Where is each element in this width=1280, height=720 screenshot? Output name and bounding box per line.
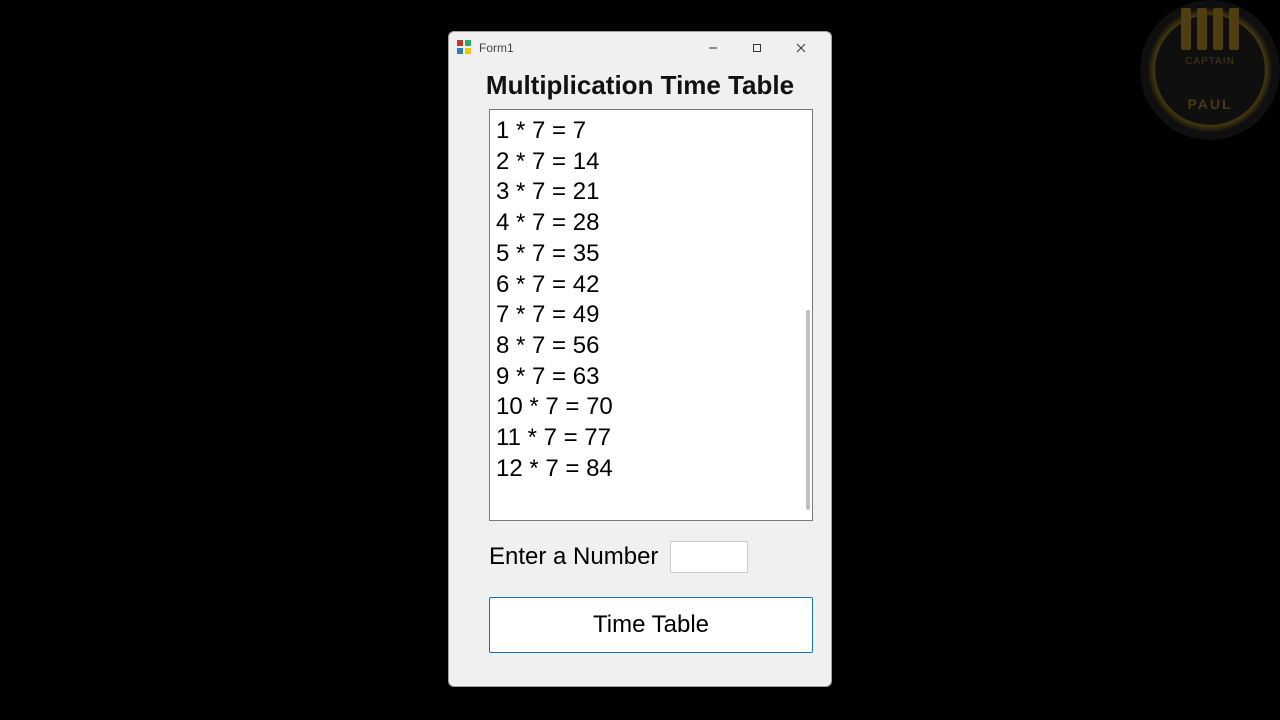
watermark-logo: CAPTAIN PAUL: [1140, 0, 1280, 140]
minimize-icon: [708, 43, 718, 53]
minimize-button[interactable]: [691, 34, 735, 62]
list-item[interactable]: 2 * 7 = 14: [496, 147, 806, 178]
list-item[interactable]: 8 * 7 = 56: [496, 331, 806, 362]
close-button[interactable]: [779, 34, 823, 62]
list-item[interactable]: 9 * 7 = 63: [496, 362, 806, 393]
list-item[interactable]: 3 * 7 = 21: [496, 177, 806, 208]
list-item[interactable]: 6 * 7 = 42: [496, 270, 806, 301]
watermark-text-bottom: PAUL: [1140, 96, 1280, 112]
list-item[interactable]: 7 * 7 = 49: [496, 300, 806, 331]
app-icon: [457, 40, 473, 56]
window-controls: [691, 34, 823, 62]
watermark-text-top: CAPTAIN: [1140, 56, 1280, 67]
number-input[interactable]: [670, 541, 748, 573]
list-item[interactable]: 11 * 7 = 77: [496, 423, 806, 454]
maximize-button[interactable]: [735, 34, 779, 62]
list-item[interactable]: 10 * 7 = 70: [496, 392, 806, 423]
titlebar[interactable]: Form1: [449, 32, 831, 64]
window-title: Form1: [479, 41, 514, 55]
close-icon: [796, 43, 806, 53]
maximize-icon: [752, 43, 762, 53]
input-row: Enter a Number: [489, 541, 813, 573]
list-item[interactable]: 1 * 7 = 7: [496, 116, 806, 147]
time-table-button[interactable]: Time Table: [489, 597, 813, 653]
list-item[interactable]: 5 * 7 = 35: [496, 239, 806, 270]
button-label: Time Table: [593, 611, 709, 639]
page-title: Multiplication Time Table: [449, 64, 831, 109]
scrollbar[interactable]: [806, 310, 810, 510]
input-label: Enter a Number: [489, 543, 658, 571]
output-listbox[interactable]: 1 * 7 = 7 2 * 7 = 14 3 * 7 = 21 4 * 7 = …: [489, 109, 813, 521]
app-window: Form1 Multiplication Time Table 1 * 7 = …: [448, 31, 832, 687]
list-item[interactable]: 4 * 7 = 28: [496, 208, 806, 239]
list-item[interactable]: 12 * 7 = 84: [496, 454, 806, 485]
